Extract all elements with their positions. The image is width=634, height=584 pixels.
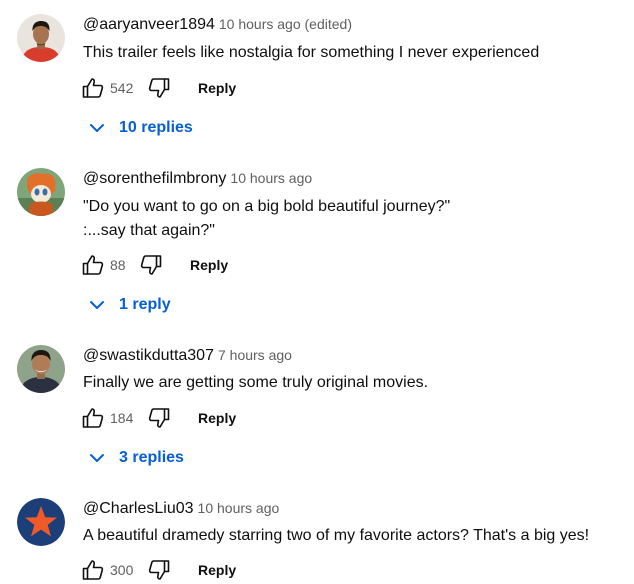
author-name[interactable]: @sorenthefilmbrony xyxy=(83,170,226,187)
comment-text: "Do you want to go on a big bold beautif… xyxy=(83,198,451,239)
avatar[interactable] xyxy=(17,14,65,62)
thumb-down-icon[interactable] xyxy=(146,556,172,584)
replies-count-label: 1 reply xyxy=(119,296,171,313)
comment-text: This trailer feels like nostalgia for so… xyxy=(83,44,540,61)
avatar[interactable] xyxy=(17,168,65,216)
comment-header: @sorenthefilmbrony 10 hours ago xyxy=(83,168,312,189)
comment-actions: 184 Reply xyxy=(80,404,236,432)
thumb-down-icon[interactable] xyxy=(138,251,164,279)
replies-count-label: 10 replies xyxy=(119,119,193,136)
view-replies-button[interactable]: 3 replies xyxy=(86,444,184,472)
chevron-down-icon xyxy=(86,294,108,316)
like-count: 542 xyxy=(110,80,134,96)
reply-button[interactable]: Reply xyxy=(198,80,236,96)
author-name[interactable]: @swastikdutta307 xyxy=(83,347,214,364)
like-count: 88 xyxy=(110,257,126,273)
reply-button[interactable]: Reply xyxy=(198,562,236,578)
timestamp[interactable]: 7 hours ago xyxy=(218,347,292,363)
comment-actions: 88 Reply xyxy=(80,251,228,279)
avatar[interactable] xyxy=(17,345,65,393)
like-count: 184 xyxy=(110,410,134,426)
comment-header: @aaryanveer1894 10 hours ago (edited) xyxy=(83,14,352,35)
view-replies-button[interactable]: 1 reply xyxy=(86,291,171,319)
comment-text: A beautiful dramedy starring two of my f… xyxy=(83,527,590,544)
chevron-down-icon xyxy=(86,117,108,139)
chevron-down-icon xyxy=(86,447,108,469)
like-count: 300 xyxy=(110,562,134,578)
thumb-down-icon[interactable] xyxy=(146,404,172,432)
thumb-up-icon[interactable] xyxy=(80,74,106,102)
comment-header: @swastikdutta307 7 hours ago xyxy=(83,345,292,366)
replies-count-label: 3 replies xyxy=(119,449,184,466)
reply-button[interactable]: Reply xyxy=(190,257,228,273)
comment-actions: 300 Reply xyxy=(80,556,236,584)
reply-button[interactable]: Reply xyxy=(198,410,236,426)
thumb-down-icon[interactable] xyxy=(146,74,172,102)
comment-header: @CharlesLiu03 10 hours ago xyxy=(83,498,279,519)
author-name[interactable]: @CharlesLiu03 xyxy=(83,500,194,517)
view-replies-button[interactable]: 10 replies xyxy=(86,114,193,142)
thumb-up-icon[interactable] xyxy=(80,251,106,279)
thumb-up-icon[interactable] xyxy=(80,556,106,584)
author-name[interactable]: @aaryanveer1894 xyxy=(83,16,215,33)
timestamp[interactable]: 10 hours ago (edited) xyxy=(219,16,352,32)
comment-text: Finally we are getting some truly origin… xyxy=(83,374,429,391)
thumb-up-icon[interactable] xyxy=(80,404,106,432)
comment-actions: 542 Reply xyxy=(80,74,236,102)
timestamp[interactable]: 10 hours ago xyxy=(230,170,312,186)
timestamp[interactable]: 10 hours ago xyxy=(198,500,280,516)
avatar[interactable] xyxy=(17,498,65,546)
